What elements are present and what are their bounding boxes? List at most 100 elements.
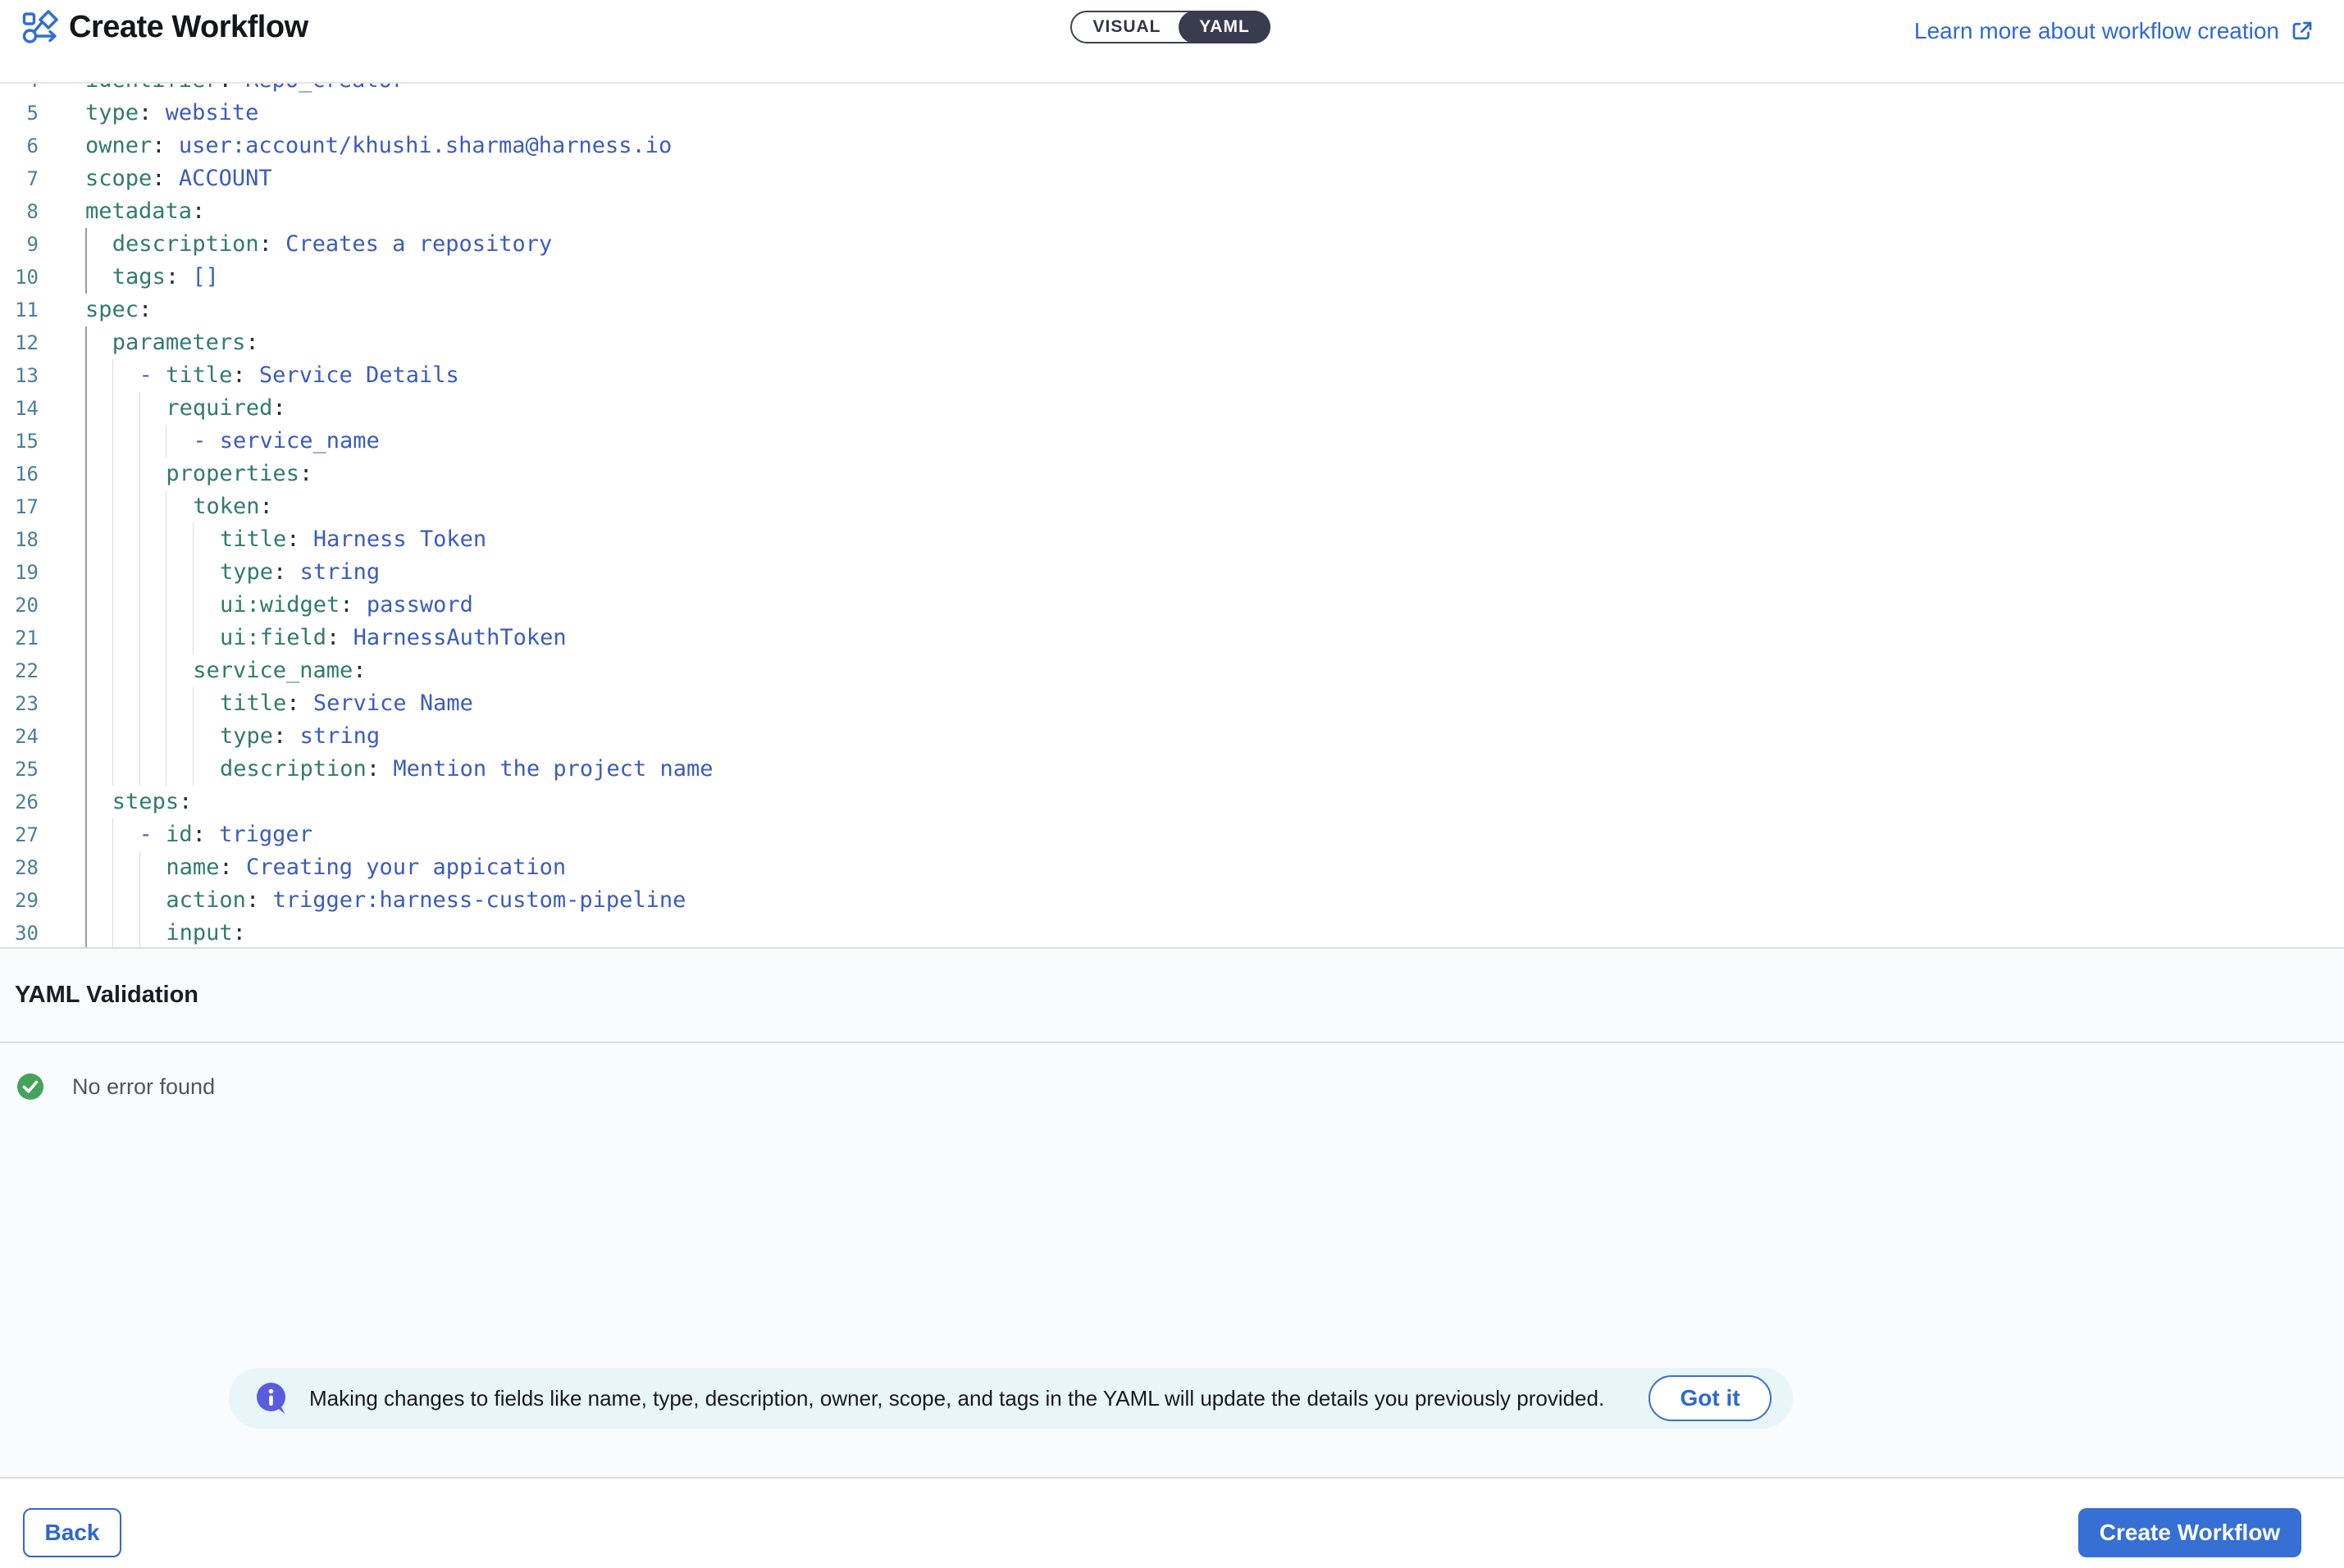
code-line-30[interactable]: 30input: [0,917,2344,947]
code-text: ui:field: HarnessAuthToken [220,622,567,654]
indent-guide [85,425,87,458]
indent-guide [193,523,194,556]
code-text: name: Creating your appication [166,851,566,884]
indent-guide [85,720,87,753]
indent-guide [193,589,194,622]
indent-guide [112,753,113,786]
indent-guide [85,228,87,261]
indent-guide [85,851,87,884]
toggle-yaml[interactable]: YAML [1179,11,1270,43]
code-line-28[interactable]: 28name: Creating your appication [0,851,2344,884]
info-banner: Making changes to fields like name, type… [229,1368,1793,1429]
code-text: service_name: [193,654,366,687]
indent-guide [112,523,113,556]
footer: Back Create Workflow [0,1477,2344,1568]
code-line-11[interactable]: 11 spec: [0,294,2344,326]
line-number: 13 [0,359,39,392]
code-text: type: string [220,556,380,589]
indent-guide [139,622,140,654]
indent-guide [85,490,87,523]
indent-guide [139,425,140,458]
indent-guide [193,753,194,786]
learn-more-label: Learn more about workflow creation [1914,18,2279,44]
code-line-9[interactable]: 9description: Creates a repository [0,228,2344,261]
code-line-13[interactable]: 13- title: Service Details [0,359,2344,392]
code-line-7[interactable]: 7scope: ACCOUNT [0,162,2344,195]
code-line-6[interactable]: 6owner: user:account/khushi.sharma@harne… [0,130,2344,162]
code-line-21[interactable]: 21 ui:field: HarnessAuthToken [0,622,2344,654]
code-line-16[interactable]: 16properties: [0,458,2344,490]
code-text: owner: user:account/khushi.sharma@harnes… [85,130,672,162]
indent-guide [85,622,87,654]
line-number: 27 [0,818,39,851]
indent-guide [139,556,140,589]
line-number: 15 [0,425,39,458]
line-number: 4 [0,84,39,97]
code-line-26[interactable]: 26 steps: [0,786,2344,818]
line-number: 8 [0,195,39,228]
indent-guide [85,589,87,622]
check-circle-icon [16,1073,44,1101]
indent-guide [193,556,194,589]
line-number: 12 [0,326,39,359]
indent-guide [139,884,140,917]
indent-guide [112,490,113,523]
indent-guide [85,523,87,556]
code-line-10[interactable]: 10tags: [] [0,261,2344,294]
line-number: 18 [0,523,39,556]
code-text: ui:widget: password [220,589,473,622]
indent-guide [139,753,140,786]
code-line-25[interactable]: 25description: Mention the project name [0,753,2344,786]
line-number: 21 [0,622,39,654]
indent-guide [112,654,113,687]
yaml-editor[interactable]: 4identifier: Repo_creator5type: website6… [0,84,2344,947]
code-text: type: website [85,97,258,130]
indent-guide [112,720,113,753]
code-line-22[interactable]: 22service_name: [0,654,2344,687]
page-title: Create Workflow [69,10,308,45]
code-line-19[interactable]: 19type: string [0,556,2344,589]
indent-guide [85,326,87,359]
learn-more-link[interactable]: Learn more about workflow creation [1914,18,2314,44]
got-it-button[interactable]: Got it [1649,1375,1772,1421]
back-button[interactable]: Back [23,1508,121,1557]
indent-guide [112,818,113,851]
validation-status-text: No error found [72,1074,215,1100]
code-text: token: [193,490,273,523]
code-line-18[interactable]: 18 title: Harness Token [0,523,2344,556]
page-header: Create Workflow VISUAL YAML Learn more a… [0,0,2344,84]
code-line-5[interactable]: 5type: website [0,97,2344,130]
line-number: 20 [0,589,39,622]
toggle-visual[interactable]: VISUAL [1072,12,1182,42]
workflow-icon [21,9,59,45]
indent-guide [85,458,87,490]
code-line-23[interactable]: 23title: Service Name [0,687,2344,720]
indent-guide [139,589,140,622]
indent-guide [112,425,113,458]
code-text: parameters: [112,326,259,359]
code-line-4[interactable]: 4identifier: Repo_creator [0,84,2344,97]
code-line-29[interactable]: 29action: trigger:harness-custom-pipelin… [0,884,2344,917]
create-workflow-button[interactable]: Create Workflow [2078,1508,2301,1557]
code-line-24[interactable]: 24type: string [0,720,2344,753]
code-lines: 4identifier: Repo_creator5type: website6… [0,84,2344,947]
code-text: spec: [85,294,152,326]
line-number: 26 [0,786,39,818]
line-number: 14 [0,392,39,425]
code-line-27[interactable]: 27- id: trigger [0,818,2344,851]
code-text: title: Service Name [220,687,473,720]
code-line-20[interactable]: 20 ui:widget: password [0,589,2344,622]
indent-guide [139,917,140,947]
code-text: steps: [112,786,193,818]
code-text: metadata: [85,195,205,228]
code-text: scope: ACCOUNT [85,162,272,195]
code-line-14[interactable]: 14required: [0,392,2344,425]
code-line-15[interactable]: 15- service_name [0,425,2344,458]
code-text: title: Harness Token [220,523,486,556]
code-line-8[interactable]: 8 metadata: [0,195,2344,228]
indent-guide [112,687,113,720]
code-text: properties: [166,458,312,490]
code-line-17[interactable]: 17token: [0,490,2344,523]
code-line-12[interactable]: 12 parameters: [0,326,2344,359]
line-number: 11 [0,294,39,326]
